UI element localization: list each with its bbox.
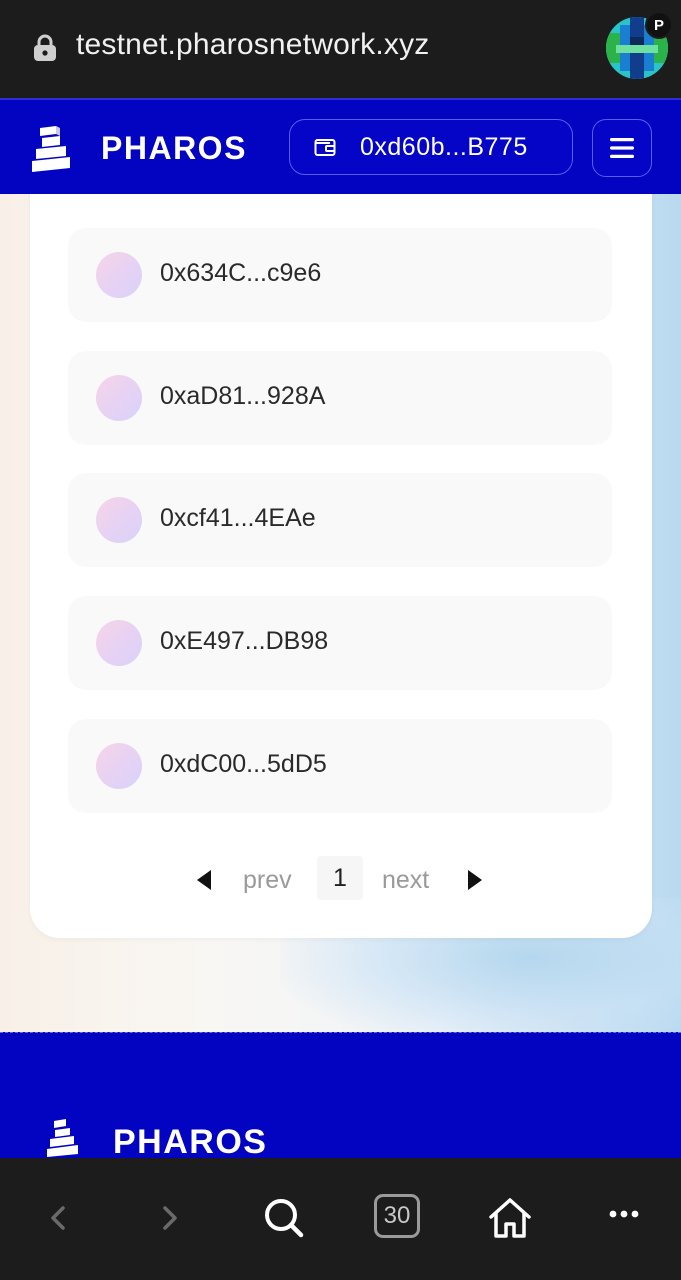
page-content: 0x634C...c9e6 0xaD81...928A 0xcf41...4EA… — [0, 98, 681, 1158]
wallet-address-button[interactable]: 0xd60b...B775 — [289, 119, 573, 175]
address-text: 0xcf41...4EAe — [160, 504, 316, 532]
browser-url-bar: testnet.pharosnetwork.xyz P — [0, 0, 681, 98]
menu-button[interactable] — [592, 119, 652, 177]
pharos-logo-icon[interactable] — [30, 126, 74, 172]
address-avatar — [96, 252, 142, 298]
current-page-number[interactable]: 1 — [317, 856, 363, 900]
site-footer: PHAROS — [0, 1032, 681, 1158]
home-icon[interactable] — [486, 1194, 534, 1242]
list-item[interactable]: 0xE497...DB98 — [68, 596, 612, 690]
prev-arrow-icon[interactable] — [196, 869, 212, 891]
address-avatar — [96, 497, 142, 543]
lock-icon — [34, 34, 56, 61]
wallet-icon — [314, 139, 336, 156]
next-button[interactable]: next — [382, 866, 429, 895]
prev-button[interactable]: prev — [243, 866, 292, 895]
wallet-address-text: 0xd60b...B775 — [360, 133, 528, 161]
brand-name[interactable]: PHAROS — [101, 130, 247, 167]
address-text: 0xE497...DB98 — [160, 627, 329, 655]
address-text: 0x634C...c9e6 — [160, 259, 322, 287]
address-avatar — [96, 743, 142, 789]
list-item[interactable]: 0xcf41...4EAe — [68, 473, 612, 567]
browser-bottom-nav: 30 — [0, 1158, 681, 1280]
address-text: 0xdC00...5dD5 — [160, 750, 327, 778]
address-list-card: 0x634C...c9e6 0xaD81...928A 0xcf41...4EA… — [30, 158, 652, 938]
list-item[interactable]: 0xaD81...928A — [68, 351, 612, 445]
pagination: prev 1 next — [30, 856, 652, 906]
search-icon[interactable] — [259, 1194, 307, 1242]
hamburger-menu-icon — [610, 138, 634, 158]
forward-arrow-icon[interactable] — [146, 1194, 194, 1242]
url-text[interactable]: testnet.pharosnetwork.xyz — [76, 28, 430, 62]
profile-badge: P — [645, 11, 673, 39]
tabs-icon[interactable]: 30 — [374, 1194, 420, 1238]
back-arrow-icon[interactable] — [34, 1194, 82, 1242]
footer-brand-name: PHAROS — [113, 1123, 268, 1158]
more-dots-icon[interactable] — [600, 1194, 648, 1242]
address-text: 0xaD81...928A — [160, 382, 326, 410]
next-arrow-icon[interactable] — [467, 869, 483, 891]
list-item[interactable]: 0x634C...c9e6 — [68, 228, 612, 322]
address-avatar — [96, 620, 142, 666]
address-avatar — [96, 375, 142, 421]
footer-pharos-logo-icon — [47, 1119, 78, 1157]
site-header: PHAROS 0xd60b...B775 — [0, 98, 681, 194]
list-item[interactable]: 0xdC00...5dD5 — [68, 719, 612, 813]
